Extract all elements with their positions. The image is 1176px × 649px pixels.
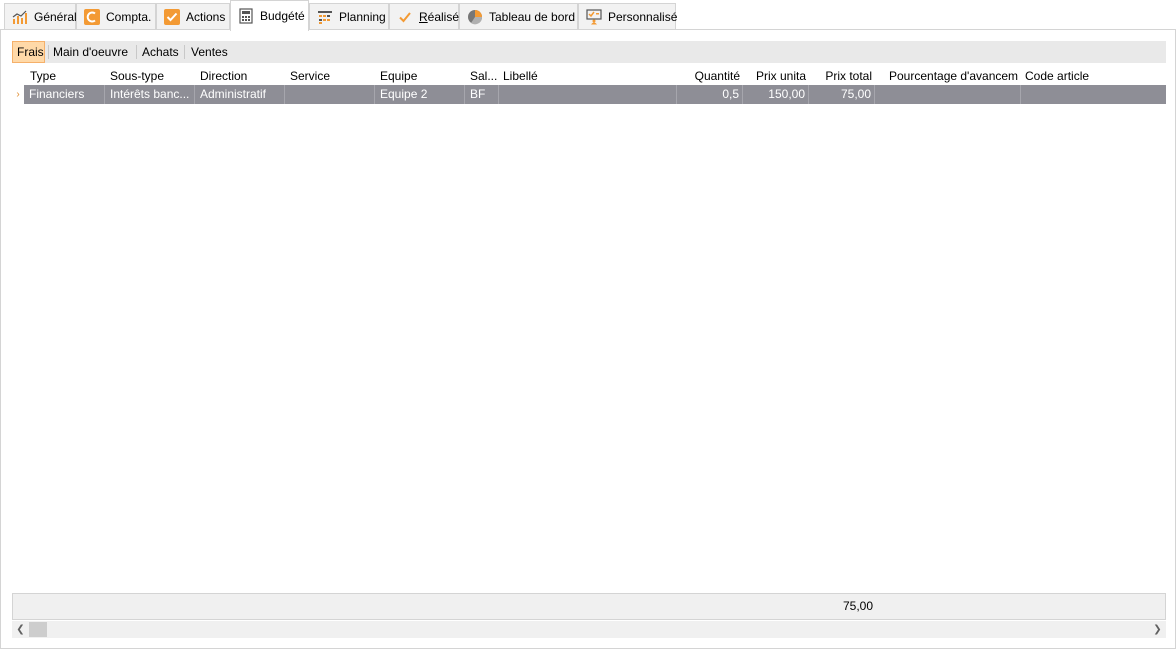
cell-sal[interactable]: BF (465, 85, 499, 104)
column-header-direction[interactable]: Direction (194, 67, 284, 85)
tab-planning-label: Planning (339, 10, 386, 24)
compta-icon (84, 9, 100, 25)
cell-equipe[interactable]: Equipe 2 (375, 85, 465, 104)
column-header-pourcentage[interactable]: Pourcentage d'avancem (883, 67, 1020, 85)
cell-quantite[interactable]: 0,5 (677, 85, 743, 104)
cell-service[interactable] (285, 85, 375, 104)
tab-compta-label: Compta. (106, 10, 152, 24)
column-header-prix-total[interactable]: Prix total (809, 67, 875, 85)
cell-prix-unitaire[interactable]: 150,00 (743, 85, 809, 104)
cell-type[interactable]: Financiers (24, 85, 105, 104)
tab-budgete[interactable]: Budgété (230, 0, 309, 31)
checkbox-icon (164, 9, 180, 25)
tab-budgete-label: Budgété (260, 9, 305, 23)
subtab-achats[interactable]: Achats (138, 41, 183, 63)
calculator-icon (238, 8, 254, 24)
tab-actions[interactable]: Actions (156, 3, 230, 30)
column-header-prix-unitaire[interactable]: Prix unita (743, 67, 809, 85)
table-row[interactable]: › Financiers Intérêts banc... Administra… (12, 85, 1166, 104)
subtab-divider (136, 45, 137, 59)
tab-tableau-de-bord[interactable]: Tableau de bord (459, 3, 578, 30)
subtab-ventes[interactable]: Ventes (187, 41, 232, 63)
column-header-equipe[interactable]: Equipe (374, 67, 464, 85)
column-header-code-article[interactable]: Code article (1019, 67, 1165, 85)
total-prix-total: 75,00 (842, 599, 873, 613)
tab-planning[interactable]: Planning (309, 3, 389, 30)
tab-tableau-de-bord-label: Tableau de bord (489, 10, 576, 24)
tab-general-label: Général (34, 10, 77, 24)
column-header-sous-type[interactable]: Sous-type (104, 67, 194, 85)
checkmark-icon (397, 9, 413, 25)
cell-prix-total[interactable]: 75,00 (809, 85, 875, 104)
column-header-service[interactable]: Service (284, 67, 374, 85)
cell-code-article[interactable] (1021, 85, 1166, 104)
tab-personnalise-label: Personnalisé (608, 10, 678, 24)
tab-general[interactable]: Général (4, 3, 77, 30)
grid-footer-totals: 75,00 (12, 593, 1166, 620)
budget-subtabs: Frais Main d'oeuvre Achats Ventes (12, 41, 1166, 63)
column-header-libelle[interactable]: Libellé (497, 67, 675, 85)
tab-actions-label: Actions (186, 10, 226, 24)
current-row-indicator-icon: › (12, 85, 24, 104)
column-header-quantite[interactable]: Quantité (676, 67, 743, 85)
column-header-sal[interactable]: Sal... (464, 67, 499, 85)
pie-chart-icon (467, 9, 483, 25)
scroll-right-icon[interactable]: ❯ (1149, 621, 1166, 638)
tab-realise-label: Réalisé (419, 10, 460, 24)
line-chart-icon (12, 9, 28, 25)
custom-icon (586, 9, 602, 25)
scrollbar-thumb[interactable] (29, 622, 47, 637)
module-tab-strip: Général Compta. Actions Budgété Planning… (0, 0, 1176, 31)
scroll-left-icon[interactable]: ❮ (12, 621, 29, 638)
grid-header: Type Sous-type Direction Service Equipe … (12, 67, 1166, 85)
tab-realise[interactable]: Réalisé (389, 3, 459, 30)
subtab-divider (184, 45, 185, 59)
budget-panel (0, 29, 1176, 649)
cell-sous-type[interactable]: Intérêts banc... (105, 85, 195, 104)
subtab-main-doeuvre[interactable]: Main d'oeuvre (49, 41, 132, 63)
cell-direction[interactable]: Administratif (195, 85, 285, 104)
column-header-type[interactable]: Type (24, 67, 106, 85)
cell-pourcentage[interactable] (875, 85, 1021, 104)
planning-icon (317, 9, 333, 25)
tab-compta[interactable]: Compta. (76, 3, 156, 30)
cell-libelle[interactable] (499, 85, 677, 104)
horizontal-scrollbar[interactable]: ❮ ❯ (12, 621, 1166, 638)
subtab-frais[interactable]: Frais (12, 41, 45, 63)
tab-personnalise[interactable]: Personnalisé (578, 3, 678, 30)
